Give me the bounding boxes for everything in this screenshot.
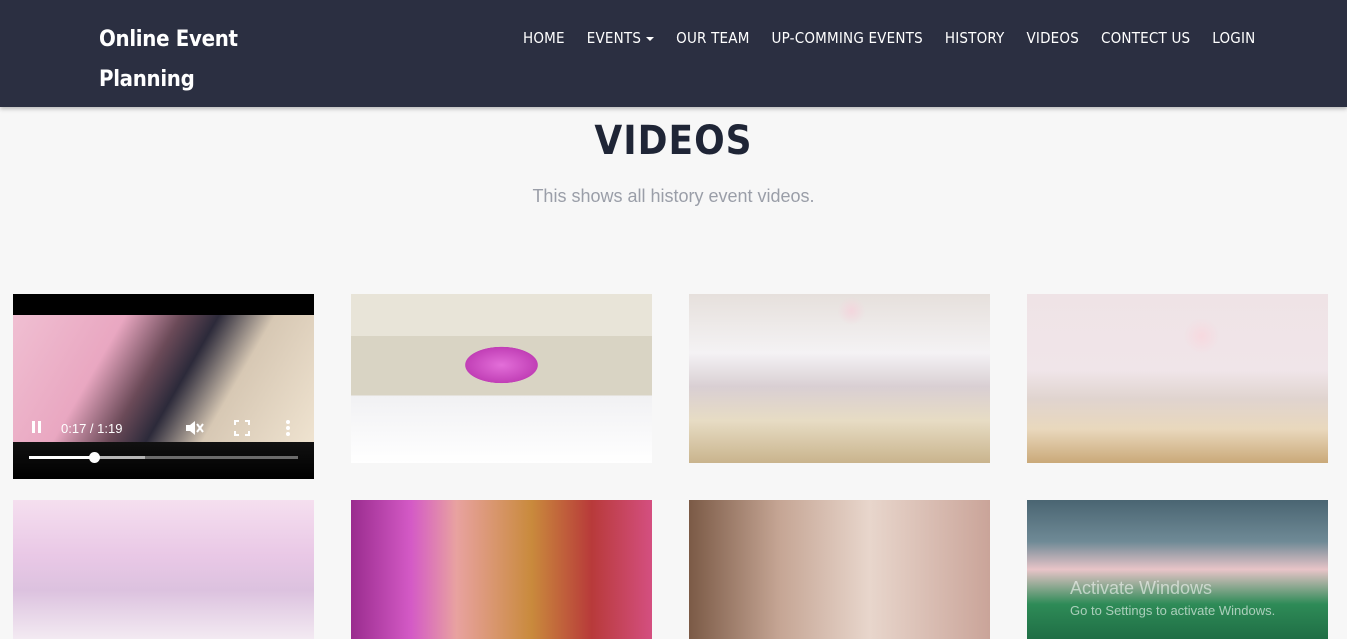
nav-videos[interactable]: VIDEOS: [1015, 29, 1090, 47]
video-thumbnail-table-decor[interactable]: [13, 500, 314, 639]
nav-home[interactable]: HOME: [512, 29, 576, 47]
navbar: Online Event Planning HOME EVENTS OUR TE…: [0, 0, 1347, 107]
nav-contact-us[interactable]: CONTECT US: [1090, 29, 1201, 47]
windows-watermark-subtitle: Go to Settings to activate Windows.: [1070, 603, 1276, 618]
nav-login[interactable]: LOGIN: [1201, 29, 1266, 47]
brand-line-1: Online Event: [99, 27, 238, 52]
nav-events[interactable]: EVENTS: [576, 29, 665, 47]
progress-played: [29, 456, 94, 459]
main-nav: HOME EVENTS OUR TEAM UP-COMMING EVENTS H…: [512, 24, 1266, 52]
nav-history[interactable]: HISTORY: [934, 29, 1016, 47]
video-thumbnail-cake[interactable]: [351, 500, 652, 639]
video-time: 0:17 / 1:19: [61, 421, 123, 436]
video-thumbnail-hall-2[interactable]: [1027, 294, 1328, 463]
fullscreen-icon[interactable]: [234, 420, 250, 439]
windows-watermark-title: Activate Windows: [1070, 578, 1213, 598]
video-controls: 0:17 / 1:19: [13, 416, 314, 442]
caret-down-icon: [646, 36, 655, 41]
video-controls-bar: [13, 442, 314, 479]
more-options-icon[interactable]: [285, 419, 291, 440]
pause-icon[interactable]: [30, 420, 44, 437]
page-subtitle: This shows all history event videos.: [532, 186, 815, 206]
video-thumbnail-stage[interactable]: [351, 294, 652, 463]
video-player[interactable]: 0:17 / 1:19: [13, 294, 314, 479]
nav-our-team[interactable]: OUR TEAM: [665, 29, 760, 47]
brand-line-2: Planning: [99, 67, 195, 92]
muted-icon[interactable]: [184, 419, 204, 440]
nav-upcoming-events[interactable]: UP-COMMING EVENTS: [761, 29, 934, 47]
video-thumbnail-trees[interactable]: [689, 500, 990, 639]
video-progress-bar[interactable]: [29, 452, 298, 463]
video-thumbnail-hall-1[interactable]: [689, 294, 990, 463]
video-thumbnail-garden[interactable]: [1027, 500, 1328, 639]
progress-knob[interactable]: [88, 452, 100, 463]
nav-events-label: EVENTS: [586, 29, 642, 47]
page-title: VIDEOS: [594, 118, 753, 164]
brand-logo[interactable]: Online Event Planning: [99, 20, 279, 100]
